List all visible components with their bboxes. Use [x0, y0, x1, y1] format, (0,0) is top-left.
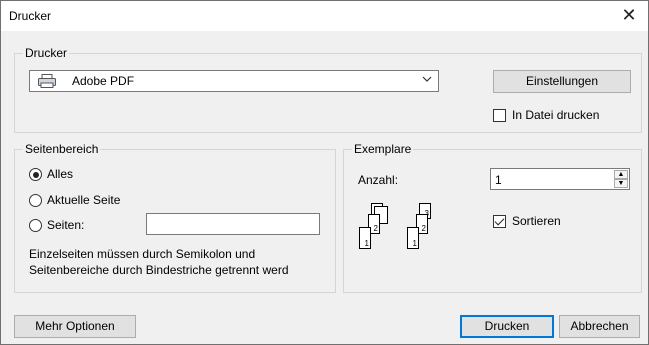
- collate-pages-icon: 3 2 1 3 2 1: [357, 201, 457, 265]
- collate-label: Sortieren: [512, 214, 561, 228]
- window-title: Drucker: [9, 9, 52, 23]
- close-icon[interactable]: ✕: [616, 4, 642, 28]
- cancel-button[interactable]: Abbrechen: [559, 315, 640, 338]
- range-current-label: Aktuelle Seite: [47, 193, 121, 207]
- print-to-file-checkbox[interactable]: [493, 109, 506, 122]
- range-pages-label: Seiten:: [47, 218, 85, 232]
- copies-count-input[interactable]: 1 ▲ ▼: [490, 168, 630, 190]
- spin-down-icon[interactable]: ▼: [614, 179, 628, 188]
- print-button[interactable]: Drucken: [460, 315, 554, 338]
- copies-group-label: Exemplare: [352, 142, 414, 156]
- page-range-group-label: Seitenbereich: [23, 142, 101, 156]
- print-to-file-label: In Datei drucken: [512, 108, 600, 122]
- title-bar: Drucker ✕: [1, 1, 648, 31]
- range-all-radio[interactable]: [29, 168, 42, 181]
- pages-input[interactable]: [146, 213, 320, 235]
- printer-icon: [38, 74, 56, 88]
- printer-select[interactable]: Adobe PDF: [29, 70, 439, 92]
- print-dialog: Drucker ✕ Drucker Adobe PDF Einstellunge…: [0, 0, 649, 345]
- printer-group-label: Drucker: [23, 46, 70, 60]
- spin-up-icon[interactable]: ▲: [614, 170, 628, 179]
- copies-count-label: Anzahl:: [358, 173, 399, 187]
- range-current-radio[interactable]: [29, 194, 42, 207]
- range-all-label: Alles: [47, 167, 74, 181]
- collate-checkbox[interactable]: [493, 215, 506, 228]
- copies-count-value: 1: [495, 173, 502, 187]
- printer-select-value: Adobe PDF: [72, 74, 135, 88]
- page-range-note-line1: Einzelseiten müssen durch Semikolon und: [29, 247, 256, 261]
- settings-button[interactable]: Einstellungen: [493, 70, 631, 93]
- page-range-note: Einzelseiten müssen durch Semikolon und …: [29, 246, 329, 278]
- chevron-down-icon[interactable]: [422, 74, 432, 84]
- page-range-note-line2: Seitenbereiche durch Bindestriche getren…: [29, 263, 289, 277]
- range-pages-radio[interactable]: [29, 219, 42, 232]
- more-options-button[interactable]: Mehr Optionen: [14, 315, 136, 338]
